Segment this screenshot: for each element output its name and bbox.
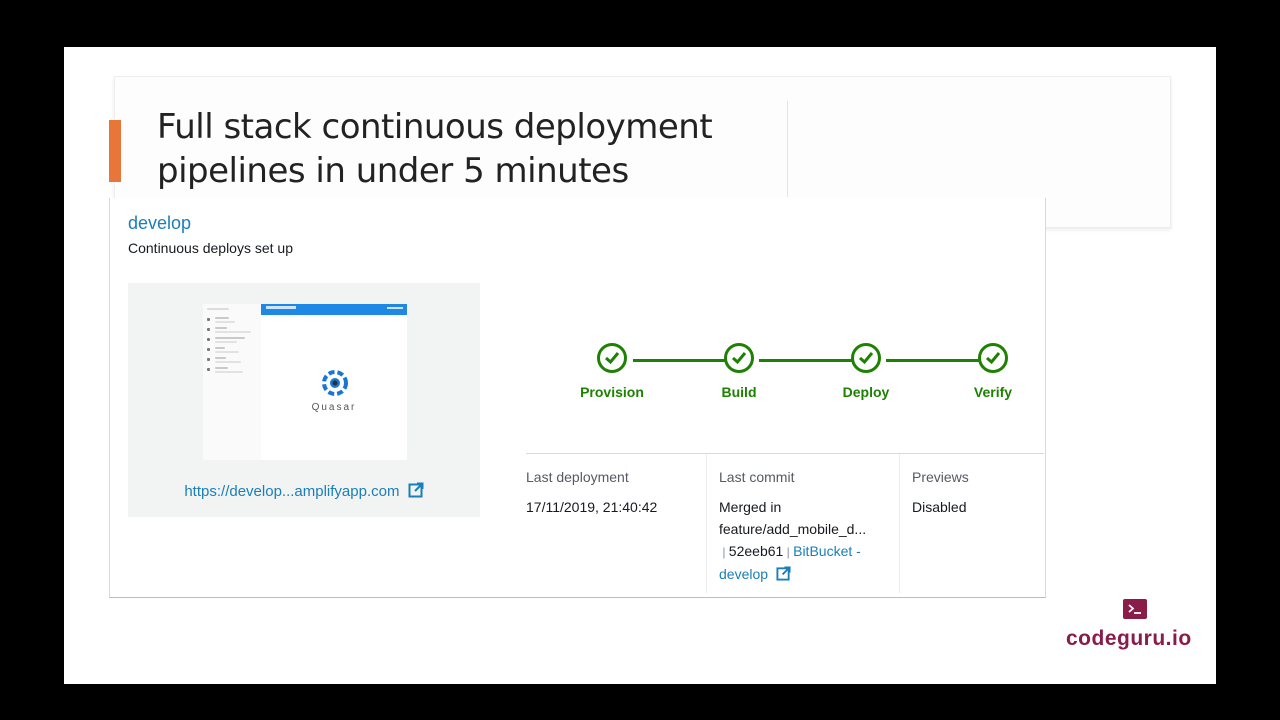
sidebar-line: [215, 317, 229, 319]
deployment-details: Last deployment 17/11/2019, 21:40:42 Las…: [526, 453, 1044, 598]
app-preview: Quasar https://develop...amplifyapp.com: [128, 283, 480, 517]
column-divider: [899, 454, 900, 593]
deploy-status-text: Continuous deploys set up: [128, 240, 293, 256]
separator: |: [783, 545, 794, 559]
step-label-build[interactable]: Build: [689, 384, 789, 400]
repo-link-part1[interactable]: BitBucket -: [793, 543, 861, 559]
commit-hash: 52eeb61: [728, 543, 784, 559]
brand-name: codeguru.io: [1066, 627, 1192, 650]
pipeline-connector: [633, 359, 730, 362]
app-header-right-line: [387, 307, 403, 309]
last-commit-label: Last commit: [719, 469, 795, 485]
build-check-icon[interactable]: [724, 343, 754, 373]
external-link-icon[interactable]: [408, 482, 424, 498]
sidebar-line: [215, 321, 235, 323]
last-commit-value: Merged in feature/add_mobile_d... | 52ee…: [719, 496, 866, 585]
step-label-provision[interactable]: Provision: [562, 384, 662, 400]
branch-name-link[interactable]: develop: [128, 213, 191, 234]
last-deployment-value: 17/11/2019, 21:40:42: [526, 499, 658, 515]
provision-check-icon[interactable]: [597, 343, 627, 373]
previews-col: Previews Disabled: [912, 454, 1042, 593]
pipeline-connector: [759, 359, 856, 362]
commit-message-line2: feature/add_mobile_d...: [719, 521, 867, 537]
terminal-icon: [1123, 599, 1147, 619]
step-label-deploy[interactable]: Deploy: [816, 384, 916, 400]
previews-value: Disabled: [912, 499, 967, 515]
sidebar-line: [215, 327, 227, 329]
sidebar-line: [215, 357, 226, 359]
commit-message-line1: Merged in: [719, 499, 782, 515]
sidebar-line: [215, 331, 251, 333]
app-header-title-line: [266, 306, 296, 309]
sidebar-line: [215, 361, 241, 363]
pipeline-connector: [886, 359, 982, 362]
preview-url-row: https://develop...amplifyapp.com: [128, 482, 480, 500]
sidebar-line: [215, 371, 243, 373]
title-accent-bar: [109, 120, 121, 182]
slide-title-line2: pipelines in under 5 minutes: [157, 151, 629, 191]
slide-title: Full stack continuous deployment pipeline…: [157, 105, 713, 193]
column-divider: [706, 454, 707, 593]
sidebar-line: [215, 351, 239, 353]
last-deployment-label: Last deployment: [526, 469, 629, 485]
slide-title-line1: Full stack continuous deployment: [157, 107, 713, 147]
quasar-logo-icon: [322, 370, 348, 396]
separator: |: [719, 545, 729, 559]
sidebar-line: [207, 308, 229, 310]
sidebar-line: [207, 358, 210, 361]
sidebar-line: [215, 341, 237, 343]
previews-label: Previews: [912, 469, 969, 485]
app-thumbnail-header: [261, 304, 407, 315]
app-screenshot-thumbnail[interactable]: Quasar: [203, 304, 407, 460]
external-link-icon[interactable]: [776, 566, 791, 581]
sidebar-line: [207, 328, 210, 331]
title-divider: [787, 101, 788, 197]
step-label-verify[interactable]: Verify: [943, 384, 1043, 400]
last-deployment-col: Last deployment 17/11/2019, 21:40:42: [526, 454, 706, 593]
preview-app-name: Quasar: [311, 402, 357, 413]
deploy-check-icon[interactable]: [851, 343, 881, 373]
verify-check-icon[interactable]: [978, 343, 1008, 373]
sidebar-line: [207, 338, 210, 341]
sidebar-line: [215, 367, 228, 369]
branch-card: develop Continuous deploys set up Quasar…: [109, 198, 1046, 598]
sidebar-line: [215, 337, 245, 339]
repo-link-part2[interactable]: develop: [719, 566, 768, 582]
sidebar-line: [207, 348, 210, 351]
app-thumbnail-sidebar: [203, 304, 261, 460]
sidebar-line: [207, 368, 210, 371]
sidebar-line: [207, 318, 210, 321]
last-commit-col: Last commit Merged in feature/add_mobile…: [719, 454, 899, 593]
preview-url-link[interactable]: https://develop...amplifyapp.com: [184, 483, 399, 500]
sidebar-line: [215, 347, 225, 349]
